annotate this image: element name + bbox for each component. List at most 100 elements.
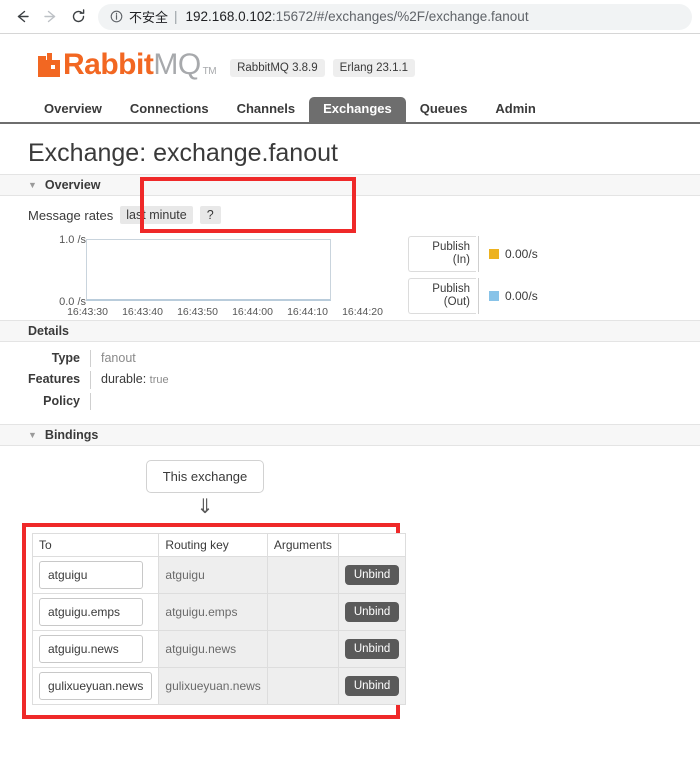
column-header-arguments[interactable]: Arguments [266,533,339,557]
main-content: Exchange: exchange.fanout ▼ Overview Mes… [0,124,700,719]
tab-exchanges[interactable]: Exchanges [309,97,406,122]
rabbitmq-management-page: Rabbit MQ TM RabbitMQ 3.8.9 Erlang 23.1.1… [0,34,700,762]
cell-action: Unbind [337,630,407,668]
forward-arrow-icon [42,8,59,25]
cell-to: atguigu.news [31,630,160,668]
section-details-label: Details [28,324,69,338]
rate-value: 0.00/s [505,289,538,303]
x-tick: 16:44:00 [232,306,273,318]
cell-to: atguigu.emps [31,593,160,631]
rate-label-line1: Publish [432,283,470,295]
rabbitmq-logo[interactable]: Rabbit MQ TM [38,48,217,82]
rates-legend: Publish (In) 0.00/s Publish (Out) 0.00/s [408,234,538,320]
cell-action: Unbind [337,556,407,594]
detail-row-type: Type fanout [28,350,700,367]
bindings-table-container: To Routing key Arguments atguigu atguigu [22,523,407,719]
rate-publish-in: Publish (In) 0.00/s [408,236,538,272]
cell-to: gulixueyuan.news [31,667,160,705]
forward-button[interactable] [36,3,64,31]
detail-row-features: Features durable: true [28,371,700,389]
message-rates-chart-area: 1.0 /s 0.0 /s 16:43:30 16:43:40 16:43:50… [0,226,700,320]
section-overview-header[interactable]: ▼ Overview [0,174,700,196]
rate-label: Publish (In) [408,236,476,272]
version-badges: RabbitMQ 3.8.9 Erlang 23.1.1 [230,59,423,82]
column-header-to[interactable]: To [31,533,160,557]
y-axis-max-label: 1.0 /s [59,234,86,246]
queue-link[interactable]: gulixueyuan.news [39,672,153,700]
cell-routing-key: atguigu.news [158,630,268,668]
unbind-button[interactable]: Unbind [344,676,400,696]
message-rates-chart: 1.0 /s 0.0 /s 16:43:30 16:43:40 16:43:50… [28,234,388,320]
cell-routing-key: atguigu.emps [158,593,268,631]
url-host: 192.168.0.102 [185,9,272,24]
x-tick: 16:44:10 [287,306,328,318]
details-table: Type fanout Features durable: true Polic… [0,342,700,424]
reload-button[interactable] [64,3,92,31]
column-header-routing-key[interactable]: Routing key [158,533,268,557]
badge-erlang-version: Erlang 23.1.1 [332,59,416,77]
rate-label-line2: (Out) [443,296,470,308]
cell-arguments [266,593,339,631]
x-tick: 16:43:40 [122,306,163,318]
exchange-name: exchange.fanout [153,139,338,167]
cell-routing-key: gulixueyuan.news [158,667,268,705]
section-details-header: Details [0,320,700,342]
queue-link[interactable]: atguigu [39,561,143,589]
detail-value-policy [90,393,700,410]
tab-queues[interactable]: Queues [406,97,482,122]
tab-channels[interactable]: Channels [223,97,310,122]
cell-arguments [266,630,339,668]
feature-value: true [149,374,169,386]
chevron-down-icon: ▼ [28,429,37,440]
info-circle-icon[interactable] [110,10,123,23]
unbind-button[interactable]: Unbind [344,565,400,585]
cell-to: atguigu [31,556,160,594]
tab-connections[interactable]: Connections [116,97,223,122]
detail-key-features: Features [28,372,81,386]
unbind-button[interactable]: Unbind [344,602,400,622]
page-title: Exchange: exchange.fanout [0,124,700,174]
address-bar[interactable]: 不安全 | 192.168.0.102:15672/#/exchanges/%2… [98,3,692,30]
bindings-table: To Routing key Arguments atguigu atguigu [31,533,407,705]
section-bindings-header[interactable]: ▼ Bindings [0,424,700,446]
cell-arguments [266,667,339,705]
chart-plot-area [86,239,331,301]
rates-help-button[interactable]: ? [199,206,221,224]
tab-overview[interactable]: Overview [30,97,116,122]
table-header-row: To Routing key Arguments [31,533,407,557]
rates-period-selector[interactable]: last minute [120,206,193,224]
table-row: gulixueyuan.news gulixueyuan.news Unbind [31,667,407,705]
this-exchange-wrap: This exchange [0,446,410,493]
rabbit-logo-icon [38,53,60,77]
cell-action: Unbind [337,667,407,705]
badge-rabbitmq-version: RabbitMQ 3.8.9 [230,59,325,77]
x-tick: 16:44:20 [342,306,383,318]
rate-label: Publish (Out) [408,278,476,314]
cell-routing-key: atguigu [158,556,268,594]
header-branding: Rabbit MQ TM RabbitMQ 3.8.9 Erlang 23.1.1 [0,34,700,88]
tab-admin[interactable]: Admin [481,97,549,122]
detail-key-type: Type [51,351,80,365]
feature-name: durable: [101,372,147,386]
detail-key-policy: Policy [43,394,80,408]
binding-flow-arrow-icon: ⇓ [196,496,214,518]
queue-link[interactable]: atguigu.news [39,635,143,663]
table-row: atguigu.news atguigu.news Unbind [31,630,407,668]
section-bindings-label: Bindings [44,428,99,442]
logo-text-rabbit: Rabbit [63,48,154,81]
table-row: atguigu.emps atguigu.emps Unbind [31,593,407,631]
queue-link[interactable]: atguigu.emps [39,598,143,626]
back-button[interactable] [8,3,36,31]
security-status-label: 不安全 [129,10,169,25]
rate-value-wrap: 0.00/s [478,236,538,272]
legend-swatch-publish-in [489,249,499,259]
rate-publish-out: Publish (Out) 0.00/s [408,278,538,314]
logo-trademark: TM [202,66,217,77]
browser-toolbar: 不安全 | 192.168.0.102:15672/#/exchanges/%2… [0,0,700,34]
legend-swatch-publish-out [489,291,499,301]
cell-action: Unbind [337,593,407,631]
logo-text-mq: MQ [153,48,201,81]
reload-icon [70,8,87,25]
message-rates-controls: Message rates last minute ? [0,196,700,226]
unbind-button[interactable]: Unbind [344,639,400,659]
